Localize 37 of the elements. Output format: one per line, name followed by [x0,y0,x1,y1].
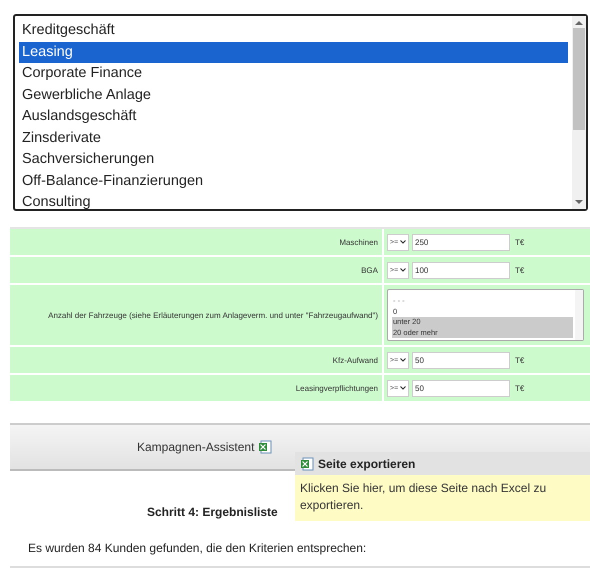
criterion-label: Kfz-Aufwand [10,347,382,373]
step-title: Schritt 4: Ergebnisliste [147,505,278,519]
list-item[interactable]: Zinsderivate [19,128,568,149]
value-field[interactable]: 250 [412,234,510,250]
criterion-label: Anzahl der Fahrzeuge (siehe Erläuterungen zum Anlageverm. und unter "Fahrzeugaufwand") [10,285,382,345]
criterion-label: Leasingverpflichtungen [10,375,382,401]
value-field[interactable]: 50 [412,380,510,396]
list-item[interactable]: Leasing [19,42,568,63]
category-listbox[interactable]: Kreditgeschäft Leasing Corporate Finance Gewerbliche Anlage Auslandsgeschäft Zinsderivate Sachversicherungen Off-Balance-Finanzierungen Consulting [13,14,588,211]
list-item[interactable]: Gewerbliche Anlage [19,84,568,106]
criterion-label: BGA [10,257,382,283]
chevron-icon [400,386,406,390]
list-item[interactable]: Corporate Finance [19,63,568,84]
spreadsheet-icon[interactable] [258,440,272,454]
list-item[interactable]: Sachversicherungen [19,149,568,170]
unit-label: T€ [515,384,524,392]
list-item[interactable]: Consulting [19,192,568,214]
list-item[interactable]: Off-Balance-Finanzierungen [19,170,568,192]
chevron-icon [400,240,406,244]
toolbar-label: Kampagnen-Assistent [137,440,254,454]
scrollbar[interactable] [572,16,586,209]
criterion-label: Maschinen [10,229,382,255]
list-item[interactable]: Auslandsgeschäft [19,106,568,128]
scroll-down-icon[interactable] [575,199,583,205]
chevron-icon [400,268,406,272]
chevron-icon [400,358,406,362]
unit-label: T€ [515,356,524,364]
scroll-up-icon[interactable] [575,20,583,26]
value-field[interactable]: 100 [412,262,510,278]
result-text: Es wurden 84 Kunden gefunden, die den Kriterien entsprechen: [28,541,368,555]
unit-label: T€ [515,266,524,274]
unit-label: T€ [515,238,524,246]
tooltip-text: Klicken Sie hier, um diese Seite nach Excel zu exportieren. [300,481,546,512]
list-item[interactable]: Kreditgeschäft [19,20,568,42]
spreadsheet-icon[interactable] [300,456,314,470]
value-field[interactable]: 50 [412,352,510,368]
tooltip-title: Seite exportieren [318,456,416,470]
